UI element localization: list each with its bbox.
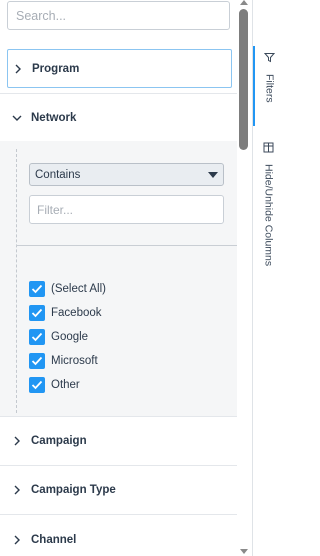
columns-icon [263,140,274,158]
group-campaign-header[interactable]: Campaign [0,417,237,465]
filter-panel: Program Network Contains [0,0,252,556]
option-facebook[interactable]: Facebook [29,301,106,325]
chevron-right-icon [12,485,22,495]
tab-filters[interactable]: Filters [253,46,284,126]
checkbox-checked-icon[interactable] [29,329,45,345]
group-program-header[interactable]: Program [8,50,231,87]
filter-panel-content: Program Network Contains [0,0,237,556]
checkbox-checked-icon[interactable] [29,377,45,393]
side-tool-bar: Filters Hide/Unhide Columns [252,0,283,556]
group-campaign[interactable]: Campaign [0,417,237,466]
filter-operator-value: Contains [35,168,81,181]
checkbox-checked-icon[interactable] [29,305,45,321]
option-label: Other [51,379,80,391]
option-select-all[interactable]: (Select All) [29,277,106,301]
chevron-right-icon [13,64,23,74]
tab-hide-unhide-columns[interactable]: Hide/Unhide Columns [253,136,284,276]
tab-columns-label: Hide/Unhide Columns [262,164,275,267]
chevron-right-icon [12,436,22,446]
group-channel-header[interactable]: Channel [0,515,237,556]
tree-guide-line [16,149,17,413]
scroll-up-arrow-icon[interactable] [240,0,248,5]
group-channel-label: Channel [31,533,77,546]
option-label: Microsoft [51,355,98,367]
filter-operator-select[interactable]: Contains [29,163,224,186]
option-label: Google [51,331,89,343]
option-microsoft[interactable]: Microsoft [29,349,106,373]
option-label: (Select All) [51,283,106,295]
group-program[interactable]: Program [7,49,232,88]
chevron-down-icon [12,113,22,123]
group-campaign-type[interactable]: Campaign Type [0,466,237,515]
scroll-down-arrow-icon[interactable] [240,549,248,554]
checkbox-checked-icon[interactable] [29,353,45,369]
group-campaign-type-label: Campaign Type [31,484,116,496]
checkbox-checked-icon[interactable] [29,281,45,297]
group-program-label: Program [32,62,80,75]
group-network[interactable]: Network [0,93,237,141]
group-campaign-type-header[interactable]: Campaign Type [0,466,237,514]
group-network-label: Network [31,111,77,124]
group-campaign-label: Campaign [31,435,87,447]
scrollbar-thumb[interactable] [239,9,248,150]
funnel-icon [263,50,276,68]
chevron-right-icon [12,535,22,545]
option-label: Facebook [51,307,102,319]
option-other[interactable]: Other [29,373,106,397]
filter-divider [16,245,237,246]
search-field[interactable] [7,1,230,30]
group-network-header[interactable]: Network [0,94,237,141]
vertical-scrollbar[interactable] [237,0,252,556]
network-filter-body: Contains (Select All) Faceb [0,141,237,417]
search-input[interactable] [8,2,229,29]
tab-filters-label: Filters [263,74,276,103]
option-google[interactable]: Google [29,325,106,349]
filter-text-input[interactable] [30,196,223,223]
network-options-list: (Select All) Facebook Google Microsoft O… [29,277,106,397]
filter-text-field[interactable] [29,195,224,224]
caret-down-icon [208,172,218,178]
group-channel[interactable]: Channel [0,515,237,556]
